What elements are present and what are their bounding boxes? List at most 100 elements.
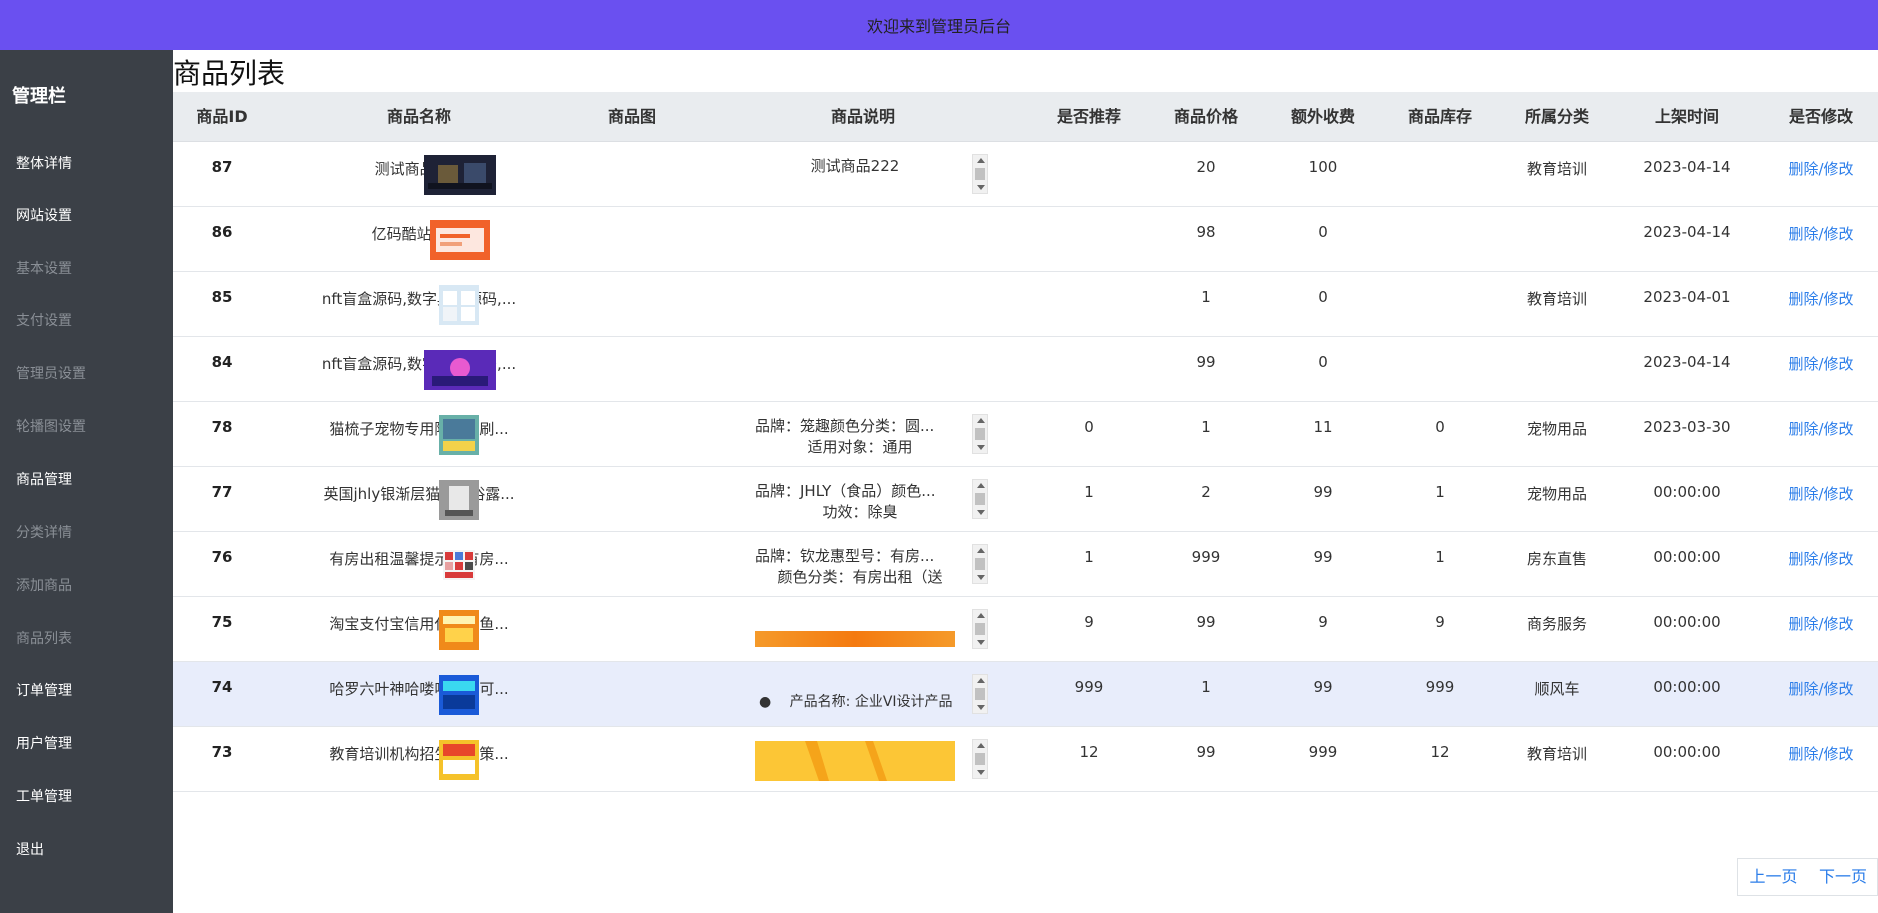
sidebar-item-12[interactable]: 工单管理 (16, 786, 72, 806)
description-scrollbar[interactable] (972, 154, 988, 194)
listed-time-cell: 2023-04-14 (1643, 223, 1731, 241)
delete-edit-link[interactable]: 删除/修改 (1766, 337, 1876, 402)
column-header-3: 商品说明 (830, 107, 895, 126)
description-scrollbar[interactable] (972, 674, 988, 714)
top-header-bar: 欢迎来到管理员后台 (0, 0, 1878, 50)
extra-fee-cell: 0 (1318, 288, 1328, 306)
price-cell: 99 (1196, 353, 1216, 371)
listed-time-cell: 00:00:00 (1653, 613, 1721, 631)
category-cell: 顺风车 (1534, 680, 1580, 698)
product-description (755, 349, 955, 391)
product-image (439, 739, 479, 784)
column-header-2: 商品图 (607, 107, 656, 126)
listed-time-cell: 00:00:00 (1653, 483, 1721, 501)
listed-time-cell: 00:00:00 (1653, 678, 1721, 696)
price-cell: 20 (1196, 158, 1216, 176)
description-scrollbar[interactable] (972, 739, 988, 779)
stock-cell (1385, 207, 1495, 272)
main-content: 商品列表 商品ID 商品名称 商品图 商品说明 是否推荐 商品价格 额外收费 商品库存 所属分类… (173, 50, 1878, 913)
column-header-0: 商品ID (196, 107, 248, 126)
scroll-down-icon[interactable] (977, 640, 985, 645)
table-row: 86 亿码酷站 演示 98 0 2023-04-14 删除/修改 (173, 207, 1878, 272)
sidebar-item-7[interactable]: 分类详情 (16, 522, 72, 542)
description-scrollbar[interactable] (972, 544, 988, 584)
description-scrollbar[interactable] (972, 609, 988, 649)
delete-edit-link[interactable]: 删除/修改 (1766, 597, 1876, 662)
sidebar-item-9[interactable]: 商品列表 (16, 628, 72, 648)
column-header-10: 是否修改 (1788, 107, 1853, 126)
product-image (439, 479, 479, 524)
scroll-up-icon[interactable] (977, 418, 985, 423)
category-cell: 商务服务 (1526, 615, 1587, 633)
scroll-down-icon[interactable] (977, 510, 985, 515)
delete-edit-link[interactable]: 删除/修改 (1766, 272, 1876, 337)
sidebar-item-13[interactable]: 退出 (16, 839, 44, 859)
category-cell: 宠物用品 (1526, 485, 1587, 503)
delete-edit-link[interactable]: 删除/修改 (1766, 662, 1876, 727)
sidebar-item-6[interactable]: 商品管理 (16, 469, 72, 489)
product-id-cell: 75 (211, 613, 233, 631)
sidebar-item-2[interactable]: 基本设置 (16, 258, 72, 278)
scroll-down-icon[interactable] (977, 445, 985, 450)
product-image (439, 284, 479, 329)
description-line: 品牌：笼趣颜色分类：圆... (755, 417, 935, 435)
scroll-thumb[interactable] (975, 168, 985, 180)
prev-page-button[interactable]: 上一页 (1737, 858, 1810, 896)
next-page-button[interactable]: 下一页 (1809, 858, 1878, 896)
description-line: 测试商品222 (810, 157, 900, 175)
recommend-cell (1039, 337, 1139, 402)
delete-edit-link[interactable]: 删除/修改 (1766, 402, 1876, 467)
stock-cell: 12 (1430, 743, 1450, 761)
scroll-down-icon[interactable] (977, 185, 985, 190)
table-row: 74 哈罗六叶神哈喽嘀嗒小可... ● 产品名称: 企业VI设计产品 999 1 99 99… (173, 662, 1878, 727)
sidebar-item-3[interactable]: 支付设置 (16, 310, 72, 330)
scroll-down-icon[interactable] (977, 705, 985, 710)
delete-edit-link[interactable]: 删除/修改 (1766, 467, 1876, 532)
page-title: 商品列表 (173, 57, 286, 90)
scroll-up-icon[interactable] (977, 158, 985, 163)
scroll-thumb[interactable] (975, 428, 985, 440)
scroll-thumb[interactable] (975, 493, 985, 505)
scroll-thumb[interactable] (975, 688, 985, 700)
stock-cell: 1 (1435, 548, 1445, 566)
table-row: 75 淘宝支付宝信用代拍闲鱼... 9 99 9 9 商务服务 00:00:00 删除/修改 (173, 597, 1878, 662)
description-scrollbar[interactable] (972, 479, 988, 519)
product-description: 品牌：钦龙惠型号：有房... 颜色分类：有房出租（送 (755, 544, 955, 586)
scroll-thumb[interactable] (975, 623, 985, 635)
scroll-up-icon[interactable] (977, 613, 985, 618)
description-line: 颜色分类：有房出租（送 (777, 568, 943, 586)
scroll-up-icon[interactable] (977, 548, 985, 553)
product-image (439, 674, 479, 719)
scroll-thumb[interactable] (975, 753, 985, 765)
product-image (424, 154, 496, 199)
scroll-down-icon[interactable] (977, 575, 985, 580)
sidebar-item-5[interactable]: 轮播图设置 (16, 416, 86, 436)
recommend-cell (1039, 207, 1139, 272)
sidebar-item-1[interactable]: 网站设置 (16, 205, 72, 225)
delete-edit-link[interactable]: 删除/修改 (1766, 207, 1876, 272)
product-name-cell: nft盲盒源码,数字典藏源码,... (321, 355, 517, 373)
sidebar-item-11[interactable]: 用户管理 (16, 733, 72, 753)
scroll-up-icon[interactable] (977, 743, 985, 748)
delete-edit-link[interactable]: 删除/修改 (1766, 532, 1876, 597)
product-name-cell: 测试商品222 (374, 160, 464, 178)
delete-edit-link[interactable]: 删除/修改 (1766, 727, 1876, 792)
sidebar-item-0[interactable]: 整体详情 (16, 153, 72, 173)
scroll-up-icon[interactable] (977, 678, 985, 683)
sidebar-item-10[interactable]: 订单管理 (16, 680, 72, 700)
scroll-down-icon[interactable] (977, 770, 985, 775)
delete-edit-link[interactable]: 删除/修改 (1766, 142, 1876, 207)
sidebar-item-4[interactable]: 管理员设置 (16, 363, 86, 383)
description-scrollbar[interactable] (972, 414, 988, 454)
price-cell: 99 (1196, 743, 1216, 761)
product-id-cell: 73 (211, 743, 233, 761)
product-description (755, 609, 955, 651)
listed-time-cell: 2023-04-14 (1643, 158, 1731, 176)
scroll-thumb[interactable] (975, 558, 985, 570)
table-header: 商品ID 商品名称 商品图 商品说明 是否推荐 商品价格 额外收费 商品库存 所属分类 上架时间是… (173, 92, 1878, 142)
category-cell: 宠物用品 (1526, 420, 1587, 438)
sidebar-item-8[interactable]: 添加商品 (16, 575, 72, 595)
product-description (755, 739, 955, 781)
scroll-up-icon[interactable] (977, 483, 985, 488)
extra-fee-cell: 100 (1308, 158, 1338, 176)
